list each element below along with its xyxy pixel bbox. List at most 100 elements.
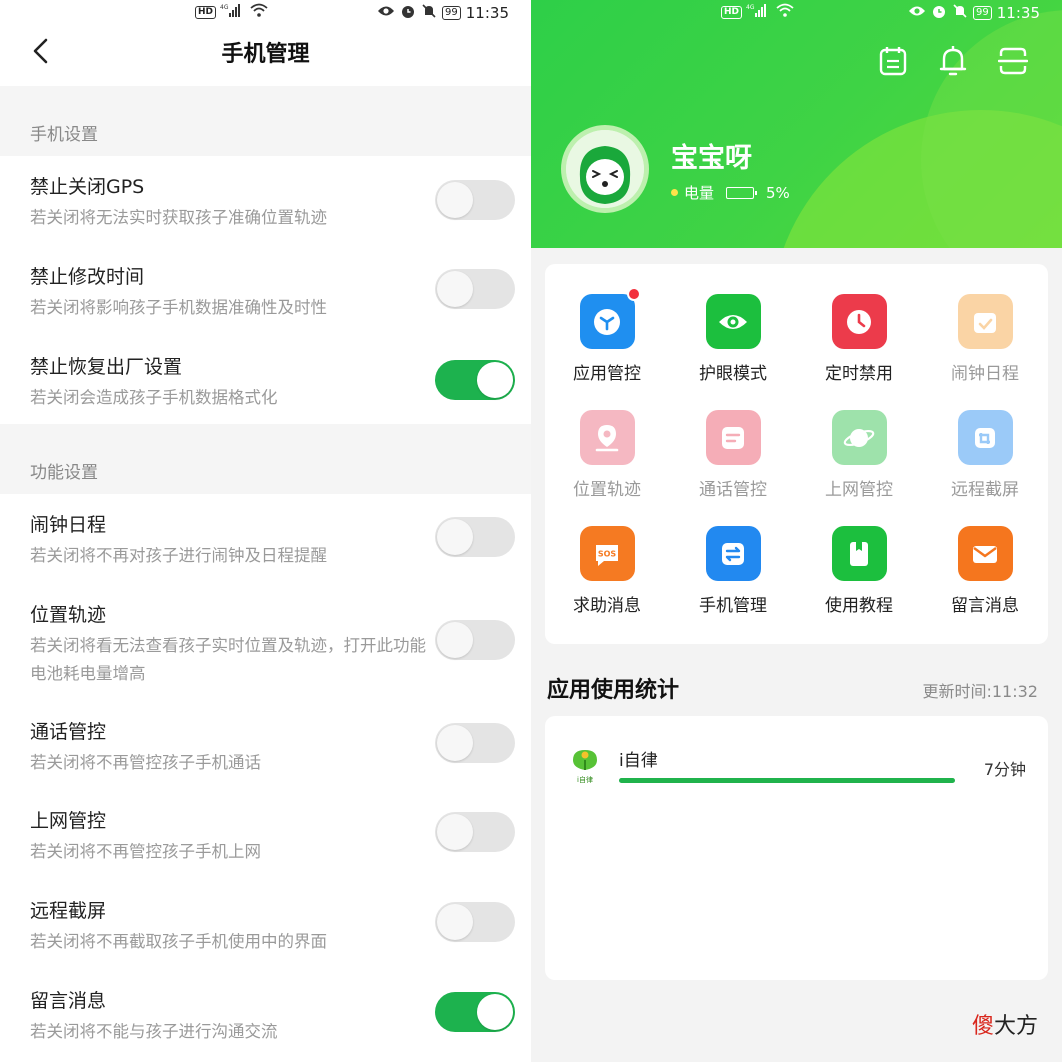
setting-title: 闹钟日程 xyxy=(30,514,107,536)
grid-item-app-control[interactable]: 应用管控 xyxy=(547,287,667,384)
avatar[interactable] xyxy=(561,125,649,213)
toggle-gps[interactable] xyxy=(435,180,515,220)
setting-title: 禁止恢复出厂设置 xyxy=(30,356,183,378)
screenshot-icon xyxy=(975,427,995,448)
child-avatar-icon xyxy=(566,130,644,208)
child-name: 宝宝呀 xyxy=(671,143,752,174)
list-item[interactable]: i自律 i自律 7分钟 xyxy=(545,740,1048,790)
setting-desc: 若关闭将不再管控孩子手机上网 xyxy=(30,842,261,861)
setting-title: 禁止修改时间 xyxy=(30,266,145,288)
toggle-knob xyxy=(477,362,513,398)
mute-status-icon xyxy=(952,3,968,23)
toggle-knob xyxy=(477,994,513,1030)
calendar-icon xyxy=(879,47,907,76)
toggle-knob xyxy=(437,622,473,658)
toggle-knob xyxy=(437,904,473,940)
setting-desc: 若关闭将看无法查看孩子实时位置及轨迹，打开此功能电池耗电量增高 xyxy=(30,636,426,683)
sos-icon: SOS xyxy=(596,544,618,566)
signal-icon: 4G xyxy=(746,3,772,21)
app-logo-icon: i自律 xyxy=(569,746,601,786)
grid-item-leave-message[interactable]: 留言消息 xyxy=(925,526,1045,616)
watermark-part1: 傻 xyxy=(972,1014,995,1039)
grid-label: 位置轨迹 xyxy=(573,480,641,500)
toggle-screenshot[interactable] xyxy=(435,902,515,942)
setting-title: 通话管控 xyxy=(30,721,107,743)
grid-label: 使用教程 xyxy=(825,596,893,616)
toggle-factory-reset[interactable] xyxy=(435,360,515,400)
alarm-status-icon xyxy=(931,3,947,23)
usage-stats-card: i自律 i自律 7分钟 xyxy=(545,716,1048,980)
scan-button[interactable] xyxy=(997,44,1029,78)
notification-button[interactable] xyxy=(938,44,968,78)
setting-title: 留言消息 xyxy=(30,990,107,1012)
setting-desc: 若关闭将不再对孩子进行闹钟及日程提醒 xyxy=(30,546,327,565)
grid-item-internet-control[interactable]: 上网管控 xyxy=(799,410,919,500)
grid-item-alarm-schedule[interactable]: 闹钟日程 xyxy=(925,294,1045,384)
stats-update-time: 更新时间:11:32 xyxy=(922,682,1038,701)
setting-desc: 若关闭将不再截取孩子手机使用中的界面 xyxy=(30,932,327,951)
grid-item-sos[interactable]: SOS 求助消息 xyxy=(547,526,667,616)
setting-title: 位置轨迹 xyxy=(30,604,107,626)
toggle-call[interactable] xyxy=(435,723,515,763)
setting-row-call: 通话管控 若关闭将不再管控孩子手机通话 xyxy=(0,717,531,797)
grid-label: 留言消息 xyxy=(951,596,1019,616)
grid-item-timed-disable[interactable]: 定时禁用 xyxy=(799,294,919,384)
grid-label: 远程截屏 xyxy=(951,480,1019,500)
grid-item-phone-management[interactable]: 手机管理 xyxy=(673,526,793,616)
battery-value: 5% xyxy=(766,183,790,202)
setting-row-time: 禁止修改时间 若关闭将影响孩子手机数据准确性及时性 xyxy=(0,262,531,342)
setting-desc: 若关闭将不再管控孩子手机通话 xyxy=(30,753,261,772)
cube-icon xyxy=(594,308,620,335)
eye-icon xyxy=(719,314,747,329)
signal-icon: 4G xyxy=(220,3,246,21)
grid-label: 定时禁用 xyxy=(825,364,893,384)
clock-icon xyxy=(847,309,871,334)
usage-bar-fill xyxy=(619,778,955,783)
location-icon xyxy=(595,424,619,451)
feature-grid: 应用管控 护眼模式 定时禁用 闹钟日程 位置轨迹 通话管控 上网管控 远程截屏 … xyxy=(545,264,1048,644)
grid-label: 求助消息 xyxy=(573,596,641,616)
grid-label: 手机管理 xyxy=(699,596,767,616)
calendar-button[interactable] xyxy=(878,44,908,78)
mail-icon xyxy=(973,545,997,563)
calendar-check-icon xyxy=(974,312,996,333)
status-bar: HD 4G 99 11:35 xyxy=(0,0,531,24)
toggle-knob xyxy=(437,519,473,555)
watermark: 傻 大方 xyxy=(972,1008,1038,1040)
message-icon xyxy=(722,426,744,449)
planet-icon xyxy=(843,428,875,447)
toggle-knob xyxy=(437,271,473,307)
toggle-alarm[interactable] xyxy=(435,517,515,557)
toggle-message[interactable] xyxy=(435,992,515,1032)
page-title: 手机管理 xyxy=(221,42,310,67)
grid-item-call-control[interactable]: 通话管控 xyxy=(673,410,793,500)
alarm-status-icon xyxy=(400,3,416,23)
grid-item-tutorial[interactable]: 使用教程 xyxy=(799,526,919,616)
book-icon xyxy=(850,541,868,566)
grid-item-eye-care[interactable]: 护眼模式 xyxy=(673,294,793,384)
toggle-internet[interactable] xyxy=(435,812,515,852)
hd-icon: HD xyxy=(195,5,217,19)
watermark-part2: 大方 xyxy=(994,1014,1039,1039)
setting-row-factory-reset: 禁止恢复出厂设置 若关闭会造成孩子手机数据格式化 xyxy=(0,352,531,422)
svg-text:4G: 4G xyxy=(746,4,755,11)
phone-management-screen: HD 4G 99 11:35 手机管理 手机设置 禁止关闭GPS 若关闭将无法实… xyxy=(0,0,531,1062)
usage-bar xyxy=(619,778,955,783)
setting-desc: 若关闭将无法实时获取孩子准确位置轨迹 xyxy=(30,208,327,227)
status-bar: HD 4G 99 11:35 xyxy=(531,0,1062,24)
grid-item-location[interactable]: 位置轨迹 xyxy=(547,410,667,500)
stats-title: 应用使用统计 xyxy=(547,678,680,703)
setting-row-gps: 禁止关闭GPS 若关闭将无法实时获取孩子准确位置轨迹 xyxy=(0,172,531,252)
grid-label: 应用管控 xyxy=(573,364,641,384)
toggle-location[interactable] xyxy=(435,620,515,660)
eye-status-icon xyxy=(908,5,926,21)
toggle-knob xyxy=(437,182,473,218)
setting-title: 远程截屏 xyxy=(30,900,107,922)
status-dot xyxy=(671,189,678,196)
bell-icon xyxy=(939,46,967,76)
setting-desc: 若关闭会造成孩子手机数据格式化 xyxy=(30,388,278,407)
toggle-time[interactable] xyxy=(435,269,515,309)
grid-item-remote-screenshot[interactable]: 远程截屏 xyxy=(925,410,1045,500)
battery-status-icon: 99 xyxy=(442,6,461,20)
setting-row-message: 留言消息 若关闭将不能与孩子进行沟通交流 xyxy=(0,986,531,1062)
